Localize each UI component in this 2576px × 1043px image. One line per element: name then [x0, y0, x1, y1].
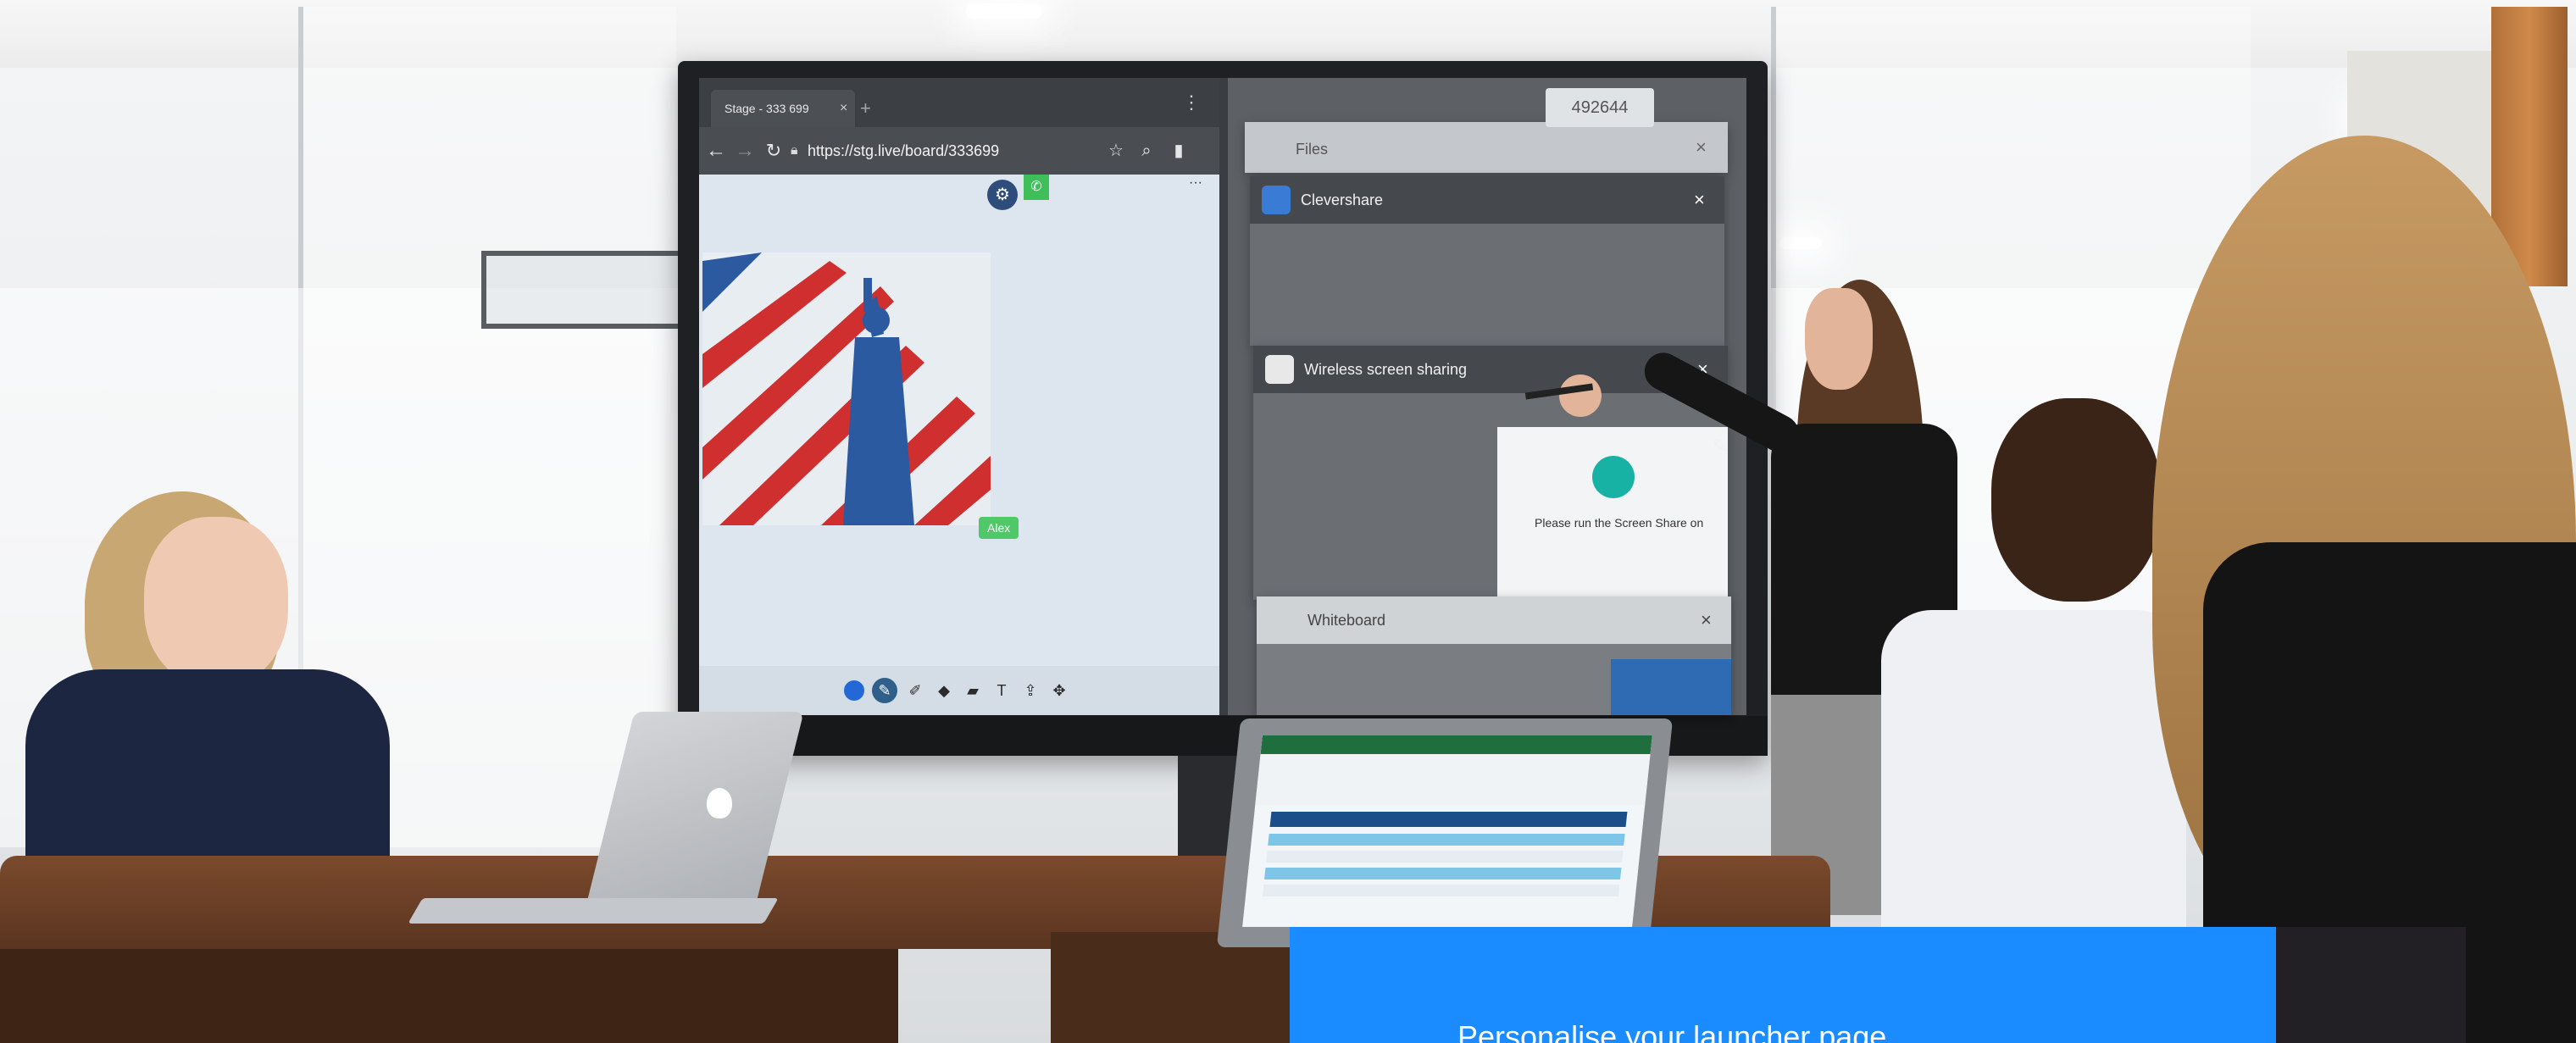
presenter-face: [1805, 288, 1873, 390]
clevershare-icon: [1262, 186, 1291, 214]
screen-share-instruction: Please run the Screen Share on: [1535, 516, 1704, 530]
drawing-toolbar: ✎ ✐ ◆ ▰ T ⇪ ✥: [699, 666, 1219, 715]
seated-woman-face: [144, 517, 288, 686]
move-icon[interactable]: ✥: [1046, 678, 1072, 703]
spreadsheet-ribbon: [1260, 735, 1652, 754]
launcher-cards-panel: Files × Clevershare × Wireless screen sh…: [1219, 78, 1746, 715]
whiteboard-card-header: Whiteboard: [1257, 596, 1731, 644]
more-horizontal-icon[interactable]: ···: [1189, 176, 1202, 190]
split-divider[interactable]: [1219, 78, 1228, 715]
liberty-flag-image: [702, 252, 991, 525]
color-picker-icon[interactable]: [844, 680, 864, 701]
highlighter-icon[interactable]: ✐: [902, 678, 928, 703]
reload-icon[interactable]: ↻: [762, 137, 786, 164]
bookmark-icon[interactable]: ▮: [1167, 137, 1191, 164]
ceiling-light: [966, 3, 1042, 19]
close-icon[interactable]: ×: [1694, 176, 1705, 224]
files-card[interactable]: Files ×: [1245, 122, 1728, 173]
screen-share-dialog: Please run the Screen Share on: [1497, 427, 1728, 600]
eraser-icon[interactable]: ◆: [931, 678, 957, 703]
spreadsheet-row: [1264, 868, 1622, 879]
search-icon[interactable]: ⌕: [1135, 137, 1158, 164]
close-icon[interactable]: ×: [1696, 124, 1707, 171]
pencil-icon[interactable]: ✎: [1713, 434, 1738, 459]
files-card-header: Files: [1245, 122, 1728, 173]
sticky-note-icon[interactable]: ▰: [960, 678, 985, 703]
clevershare-card-header: Clevershare: [1250, 176, 1724, 224]
presenter-hand: [1559, 374, 1602, 417]
star-icon[interactable]: ☆: [1104, 137, 1128, 164]
whiteboard-preview: [1611, 659, 1731, 715]
display-cabinet: [481, 251, 695, 329]
liberty-flag-illustration: [702, 252, 991, 525]
monitor-icon: [1265, 355, 1294, 384]
close-icon[interactable]: ×: [840, 90, 847, 127]
promo-banner[interactable]: Personalise your launcher page: [1290, 927, 2276, 1043]
whiteboard-card[interactable]: Whiteboard ×: [1257, 596, 1731, 715]
files-card-title: Files: [1296, 141, 1329, 158]
session-code: 492644: [1546, 88, 1654, 127]
photo-scene: Stage - 333 699 × + ⋮ ← → ↻ 🔒︎ https://s…: [0, 0, 2576, 1043]
browser-tab-title: Stage - 333 699: [724, 102, 809, 115]
apple-logo-icon: [707, 788, 732, 818]
clevershare-card[interactable]: Clevershare ×: [1250, 176, 1724, 346]
spreadsheet-toolbar: [1255, 754, 1651, 805]
man-shirt: [1881, 610, 2186, 949]
lock-icon: 🔒︎: [791, 143, 798, 158]
browser-tab[interactable]: Stage - 333 699 ×: [711, 90, 855, 127]
spreadsheet-row: [1262, 885, 1620, 896]
back-arrow-icon[interactable]: ←: [704, 137, 728, 164]
table-edge: [0, 949, 898, 1043]
pen-icon[interactable]: ✎: [872, 678, 897, 703]
macbook-base: [408, 898, 779, 924]
browser-url-bar: ← → ↻ 🔒︎ https://stg.live/board/333699 ☆…: [699, 127, 1219, 175]
address-field[interactable]: https://stg.live/board/333699: [808, 137, 999, 164]
collaborator-label: Alex: [979, 517, 1019, 539]
close-icon[interactable]: ×: [1701, 596, 1712, 644]
promo-title: Personalise your launcher page: [1457, 1019, 1887, 1043]
gear-icon[interactable]: ⚙: [987, 180, 1018, 210]
spreadsheet-screen: [1242, 735, 1652, 927]
spreadsheet-row: [1266, 851, 1624, 863]
new-tab-icon[interactable]: +: [860, 90, 871, 127]
browser-window: Stage - 333 699 × + ⋮ ← → ↻ 🔒︎ https://s…: [699, 78, 1219, 715]
spreadsheet-row: [1268, 834, 1625, 846]
man-head: [1991, 398, 2161, 602]
whiteboard-canvas[interactable]: ⚙ ✆ ··· Alex ✎ ✐ ◆ ▰ T ⇪ ✥: [699, 175, 1219, 715]
text-tool-icon[interactable]: T: [989, 678, 1014, 703]
screen-share-logo-icon: [1592, 456, 1635, 498]
phone-icon[interactable]: ✆: [1024, 175, 1049, 200]
whiteboard-card-title: Whiteboard: [1307, 612, 1386, 629]
browser-tab-bar: Stage - 333 699 × + ⋮: [699, 78, 1219, 127]
clevershare-card-title: Clevershare: [1301, 191, 1384, 208]
table-edge: [1051, 932, 1305, 1043]
wireless-card-title: Wireless screen sharing: [1304, 361, 1468, 378]
forward-arrow-icon[interactable]: →: [733, 137, 757, 164]
share-icon[interactable]: ⇪: [1018, 678, 1043, 703]
spreadsheet-header-row: [1269, 812, 1628, 827]
more-vertical-icon[interactable]: ⋮: [1182, 90, 1201, 115]
promo-side-panel: [2276, 927, 2466, 1043]
